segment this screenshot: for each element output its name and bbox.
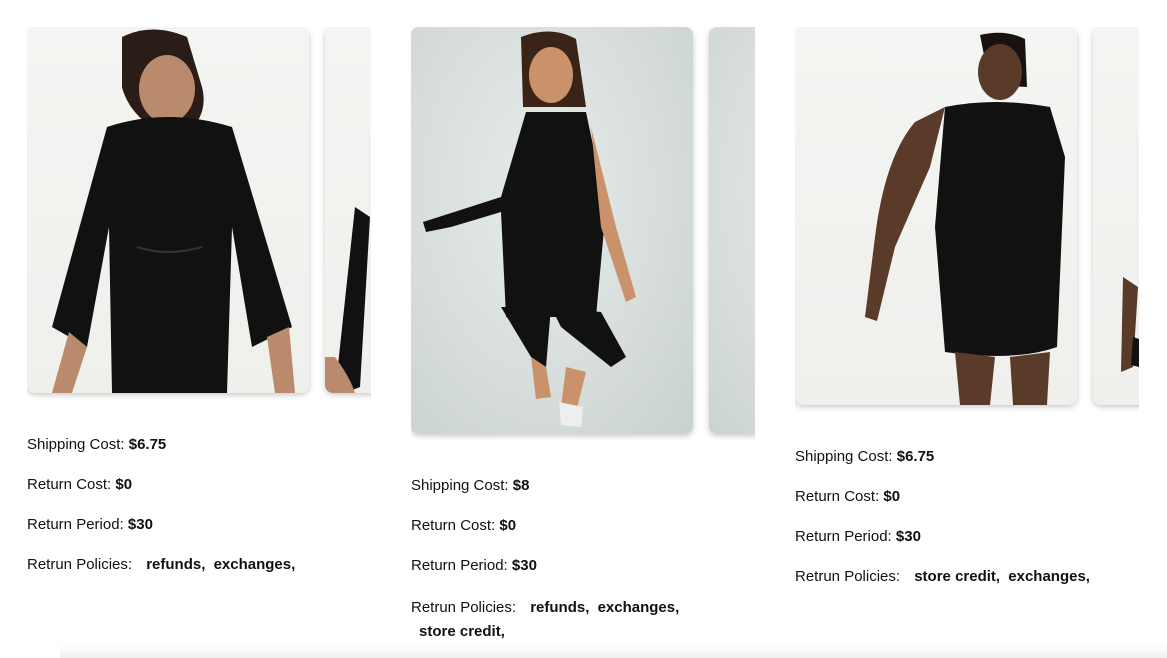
image-carousel[interactable] — [411, 27, 755, 443]
product-card: Shipping Cost: $6.75 Return Cost: $0 Ret… — [27, 27, 371, 595]
return-period: Return Period: $30 — [795, 527, 1139, 547]
return-cost: Return Cost: $0 — [411, 516, 755, 536]
next-image-peek[interactable] — [325, 27, 371, 393]
return-cost: Return Cost: $0 — [795, 487, 1139, 507]
policy-tag: exchanges, — [213, 556, 296, 573]
return-period-value: $30 — [895, 528, 921, 545]
product-info: Shipping Cost: $8 Return Cost: $0 Return… — [411, 476, 755, 644]
model-photo — [52, 29, 295, 393]
return-period-value: $30 — [511, 557, 537, 574]
return-policies: Retrun Policies: refunds, exchanges, sto… — [411, 596, 711, 644]
product-card: Shipping Cost: $6.75 Return Cost: $0 Ret… — [795, 27, 1139, 607]
policy-tag: refunds, — [530, 599, 590, 616]
return-period-value: $30 — [127, 516, 153, 533]
return-cost: Return Cost: $0 — [27, 475, 371, 495]
product-info: Shipping Cost: $6.75 Return Cost: $0 Ret… — [795, 447, 1139, 587]
policy-tag: store credit, — [914, 568, 1001, 585]
return-policies: Retrun Policies: store credit, exchanges… — [795, 567, 1139, 587]
shipping-cost-value: $8 — [512, 477, 530, 494]
return-period: Return Period: $30 — [411, 556, 755, 576]
return-period-label: Return Period: — [27, 516, 124, 533]
image-carousel[interactable] — [27, 27, 371, 402]
policy-tag: refunds, — [146, 556, 206, 573]
shipping-cost: Shipping Cost: $8 — [411, 476, 755, 496]
policy-tag: store credit, — [419, 623, 505, 640]
shipping-cost-label: Shipping Cost: — [795, 448, 893, 465]
product-image[interactable] — [795, 27, 1077, 405]
shipping-cost-label: Shipping Cost: — [411, 477, 509, 494]
return-cost-label: Return Cost: — [411, 517, 496, 534]
return-cost-value: $0 — [499, 517, 517, 534]
return-period-label: Return Period: — [795, 528, 892, 545]
model-photo — [325, 207, 370, 393]
shipping-cost: Shipping Cost: $6.75 — [27, 435, 371, 455]
shipping-cost-label: Shipping Cost: — [27, 436, 125, 453]
policy-tag: exchanges, — [597, 599, 680, 616]
product-card: Shipping Cost: $8 Return Cost: $0 Return… — [411, 27, 755, 658]
return-period: Return Period: $30 — [27, 515, 371, 535]
next-image-peek[interactable] — [709, 27, 755, 434]
product-info: Shipping Cost: $6.75 Return Cost: $0 Ret… — [27, 435, 371, 575]
shipping-cost-value: $6.75 — [128, 436, 167, 453]
model-photo — [423, 31, 636, 427]
return-cost-value: $0 — [115, 476, 133, 493]
product-image[interactable] — [411, 27, 693, 434]
shipping-cost-value: $6.75 — [896, 448, 935, 465]
shipping-cost: Shipping Cost: $6.75 — [795, 447, 1139, 467]
next-image-peek[interactable] — [1093, 27, 1139, 405]
policy-tag: exchanges, — [1008, 568, 1090, 585]
model-photo — [865, 32, 1065, 405]
return-policies-label: Retrun Policies: — [411, 599, 517, 616]
product-image[interactable] — [27, 27, 309, 393]
return-cost-label: Return Cost: — [795, 488, 880, 505]
return-period-label: Return Period: — [411, 557, 508, 574]
return-policies-label: Retrun Policies: — [795, 568, 901, 585]
return-policies: Retrun Policies: refunds, exchanges, — [27, 555, 371, 575]
image-carousel[interactable] — [795, 27, 1139, 414]
product-grid: Shipping Cost: $6.75 Return Cost: $0 Ret… — [0, 0, 1167, 658]
bottom-shadow — [60, 644, 1167, 658]
return-cost-label: Return Cost: — [27, 476, 112, 493]
return-cost-value: $0 — [883, 488, 901, 505]
model-photo — [1121, 277, 1139, 372]
return-policies-label: Retrun Policies: — [27, 556, 133, 573]
